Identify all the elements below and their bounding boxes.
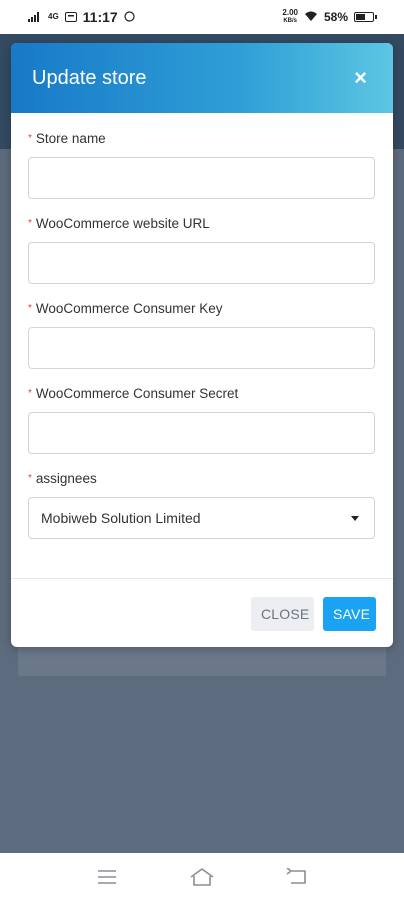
assignees-label-text: assignees: [35, 471, 97, 486]
status-bar: 4G 11:17 2.00 KB/s 58%: [0, 0, 404, 34]
message-icon: [64, 10, 77, 25]
footer-divider: [11, 578, 393, 579]
signal-icon: [28, 10, 42, 25]
store-name-label-text: Store name: [35, 131, 106, 146]
consumer-key-field: * WooCommerce Consumer Key: [28, 301, 376, 369]
background-card: [18, 646, 386, 676]
save-button[interactable]: SAVE: [323, 597, 376, 631]
required-marker: *: [28, 303, 32, 314]
status-right: 2.00 KB/s 58%: [282, 9, 377, 25]
assignees-selected-value: Mobiweb Solution Limited: [41, 510, 201, 526]
website-url-label-text: WooCommerce website URL: [35, 216, 210, 231]
menu-icon[interactable]: [87, 862, 127, 892]
modal-footer: CLOSE SAVE: [251, 597, 376, 631]
store-name-input[interactable]: [28, 157, 375, 199]
battery-icon: [354, 12, 377, 22]
required-marker: *: [28, 388, 32, 399]
battery-percent: 58%: [323, 10, 348, 24]
consumer-key-label-text: WooCommerce Consumer Key: [35, 301, 223, 316]
required-marker: *: [28, 133, 32, 144]
consumer-key-label: * WooCommerce Consumer Key: [28, 301, 376, 316]
consumer-secret-input[interactable]: [28, 412, 375, 454]
assignees-select[interactable]: Mobiweb Solution Limited: [28, 497, 375, 539]
clock: 11:17: [82, 9, 118, 25]
website-url-input[interactable]: [28, 242, 375, 284]
website-url-field: * WooCommerce website URL: [28, 216, 376, 284]
status-left: 4G 11:17: [28, 9, 135, 25]
system-nav-bar: [0, 853, 404, 900]
website-url-label: * WooCommerce website URL: [28, 216, 376, 231]
consumer-secret-field: * WooCommerce Consumer Secret: [28, 386, 376, 454]
consumer-key-input[interactable]: [28, 327, 375, 369]
network-speed-unit: KB/s: [283, 18, 298, 24]
required-marker: *: [28, 473, 32, 484]
close-icon[interactable]: ×: [354, 67, 367, 89]
whatsapp-icon: [124, 10, 135, 25]
battery-level: [356, 14, 366, 20]
network-speed: 2.00 KB/s: [282, 9, 298, 25]
modal-body: * Store name * WooCommerce website URL * Wo…: [11, 113, 393, 539]
consumer-secret-label: * WooCommerce Consumer Secret: [28, 386, 376, 401]
required-marker: *: [28, 218, 32, 229]
home-icon[interactable]: [182, 862, 222, 892]
network-speed-value: 2.00: [282, 8, 298, 17]
modal-header: Update store ×: [11, 43, 393, 113]
assignees-field: * assignees Mobiweb Solution Limited: [28, 471, 376, 539]
consumer-secret-label-text: WooCommerce Consumer Secret: [35, 386, 239, 401]
update-store-modal: Update store × * Store name * WooCommerce …: [11, 43, 393, 647]
close-button[interactable]: CLOSE: [251, 597, 314, 631]
network-type: 4G: [48, 12, 59, 21]
store-name-field: * Store name: [28, 131, 376, 199]
store-name-label: * Store name: [28, 131, 376, 146]
back-icon[interactable]: [277, 862, 317, 892]
assignees-label: * assignees: [28, 471, 376, 486]
caret-down-icon: [351, 516, 359, 521]
wifi-icon: [304, 10, 318, 25]
modal-title: Update store: [32, 66, 147, 89]
